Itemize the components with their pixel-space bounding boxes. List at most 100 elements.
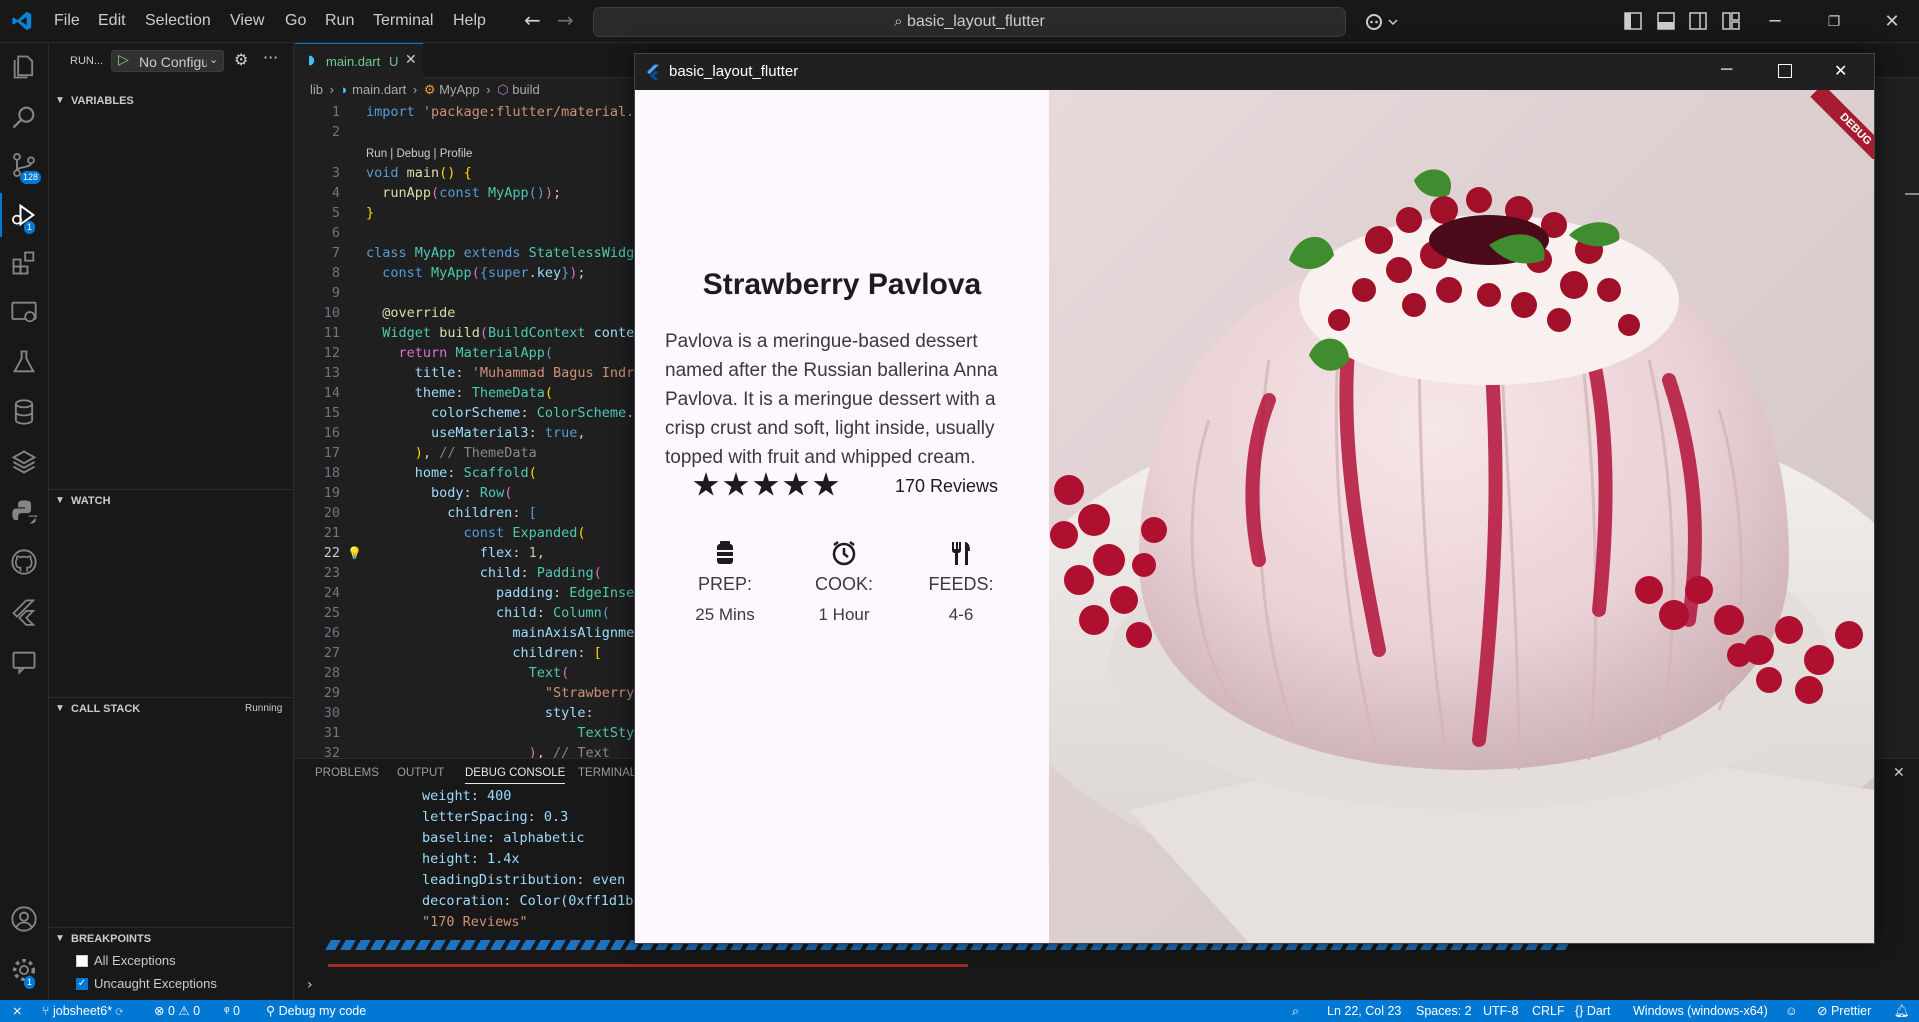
close-icon[interactable]: ✕ [405, 52, 417, 68]
close-panel-icon[interactable]: ✕ [1893, 765, 1905, 781]
source-control-button[interactable]: 128 [0, 143, 49, 187]
stat-feeds: FEEDS: 4-6 [916, 540, 1006, 625]
chevron-down-icon: ▼ [55, 95, 65, 106]
console-line: "170 Reviews" [422, 914, 528, 930]
menu-selection[interactable]: Selection [145, 12, 211, 30]
checkbox-unchecked[interactable] [76, 955, 88, 967]
nav-forward-icon[interactable]: → [557, 8, 574, 32]
chevron-down-icon: ⌄ [209, 53, 219, 66]
layers-icon[interactable] [10, 448, 38, 476]
ports-status[interactable]: ᵠ 0 [224, 1000, 240, 1022]
chat-icon[interactable] [10, 648, 38, 676]
indentation[interactable]: Spaces: 2 [1416, 1000, 1472, 1022]
minimize-icon[interactable]: ─ [1763, 10, 1787, 34]
chevron-down-icon: ▼ [55, 933, 65, 944]
menu-run[interactable]: Run [325, 12, 354, 30]
run-debug-button[interactable]: 1 [0, 193, 49, 237]
minimize-icon[interactable]: ─ [1721, 61, 1732, 79]
copilot-icon[interactable] [1365, 12, 1399, 32]
remote-icon[interactable]: ⨯ [12, 1000, 22, 1022]
cursor-position[interactable]: Ln 22, Col 23 [1327, 1000, 1401, 1022]
tab-terminal[interactable]: TERMINAL [578, 767, 636, 779]
debug-label: Debug my code [278, 1004, 367, 1018]
language-mode[interactable]: {} Dart [1575, 1000, 1610, 1022]
call-stack-header[interactable]: ▼ CALL STACK Running [49, 697, 294, 719]
codelens[interactable]: Run | Debug | Profile [366, 144, 472, 164]
source-control-badge: 128 [20, 171, 42, 184]
watch-header[interactable]: ▼ WATCH [49, 489, 294, 511]
explorer-icon[interactable] [10, 53, 38, 81]
breakpoints-header[interactable]: ▼ BREAKPOINTS [49, 927, 294, 949]
launch-config-select[interactable]: ▷ No Configu ⌄ [111, 50, 224, 72]
variables-title: VARIABLES [71, 95, 134, 107]
run-debug-sidebar: RUN... ▷ No Configu ⌄ ⚙ ··· ▼ VARIABLES ▼… [49, 43, 294, 1005]
menu-view[interactable]: View [230, 12, 264, 30]
remote-explorer-icon[interactable] [10, 298, 38, 326]
launch-config-label: No Configu [139, 54, 207, 70]
notifications-icon[interactable]: 🔔︎ [1894, 1000, 1910, 1022]
tab-debug-console[interactable]: DEBUG CONSOLE [465, 767, 566, 784]
end-of-line[interactable]: CRLF [1532, 1000, 1565, 1022]
menu-file[interactable]: File [54, 12, 80, 30]
breadcrumb-item[interactable]: main.dart [352, 82, 406, 97]
flutter-icon[interactable] [10, 598, 38, 626]
more-actions-icon[interactable]: ··· [263, 48, 278, 67]
testing-icon[interactable] [10, 348, 38, 376]
branch-status[interactable]: ⑂ jobsheet6* ⟳ [42, 1000, 123, 1022]
breadcrumb: lib › ◗ main.dart › ⚙ MyApp › ⬡ build [310, 82, 540, 97]
breadcrumb-item[interactable]: MyApp [439, 82, 479, 97]
checkbox-checked[interactable]: ✓ [76, 978, 88, 990]
menu-edit[interactable]: Edit [98, 12, 126, 30]
breadcrumb-item[interactable]: lib [310, 82, 323, 97]
settings-badge: 1 [24, 976, 36, 989]
manage-button[interactable]: 1 [0, 948, 49, 992]
database-icon[interactable] [10, 398, 38, 426]
problems-status[interactable]: ⊗ 0 ⚠ 0 [154, 1000, 200, 1022]
github-icon[interactable] [10, 548, 38, 576]
close-icon[interactable]: ✕ [1834, 61, 1847, 81]
encoding[interactable]: UTF-8 [1483, 1000, 1518, 1022]
console-input-prompt-icon[interactable]: › [307, 977, 313, 993]
tab-main-dart[interactable]: ◗ main.dart U ✕ [295, 43, 423, 78]
stat-prep: PREP: 25 Mins [680, 540, 770, 625]
toggle-sidebar-icon[interactable] [1624, 12, 1642, 30]
dart-file-icon: ◗ [308, 53, 315, 68]
menu-terminal[interactable]: Terminal [373, 12, 433, 30]
python-icon[interactable] [10, 498, 38, 526]
zoom-icon[interactable]: ⌕ [1292, 1000, 1299, 1022]
console-line: leadingDistribution: even [422, 872, 626, 888]
tab-output[interactable]: OUTPUT [397, 767, 444, 779]
device-selector[interactable]: Windows (windows-x64) [1633, 1000, 1768, 1022]
breadcrumb-item[interactable]: build [512, 82, 539, 97]
prettier-status[interactable]: ⊘ Prettier [1817, 1000, 1871, 1022]
menu-help[interactable]: Help [453, 12, 486, 30]
lightbulb-icon[interactable]: 💡 [347, 543, 362, 563]
current-line-number: 22 [323, 545, 340, 561]
star-icon [783, 472, 809, 496]
maximize-icon[interactable] [1778, 64, 1792, 78]
menu-go[interactable]: Go [285, 12, 306, 30]
tab-problems[interactable]: PROBLEMS [315, 767, 379, 779]
restore-icon[interactable]: ❐ [1822, 10, 1846, 34]
copilot-status-icon[interactable]: ☺ [1785, 1000, 1798, 1022]
close-icon[interactable]: ✕ [1880, 10, 1904, 34]
toggle-secondary-sidebar-icon[interactable] [1689, 12, 1707, 30]
customize-layout-icon[interactable] [1722, 12, 1740, 30]
accounts-icon[interactable] [10, 905, 38, 933]
nav-back-icon[interactable]: ← [524, 8, 541, 32]
dart-file-icon: ◗ [340, 82, 349, 97]
start-debug-icon[interactable]: ▷ [118, 52, 129, 68]
variables-header[interactable]: ▼ VARIABLES [49, 90, 294, 112]
scrollbar-marker [1905, 193, 1919, 195]
settings-gear-icon[interactable]: ⚙ [234, 50, 248, 69]
console-line: weight: 400 [422, 788, 512, 804]
star-icon [813, 472, 839, 496]
search-icon[interactable] [10, 103, 38, 131]
flutter-logo-icon [647, 64, 659, 80]
ports-count: 0 [232, 1004, 240, 1018]
debug-status[interactable]: ⚲ Debug my code [266, 1000, 366, 1022]
extensions-icon[interactable] [10, 249, 38, 277]
toggle-panel-icon[interactable] [1657, 12, 1675, 30]
command-center[interactable]: ⌕ basic_layout_flutter [593, 7, 1346, 37]
stat-label: COOK: [814, 574, 873, 594]
